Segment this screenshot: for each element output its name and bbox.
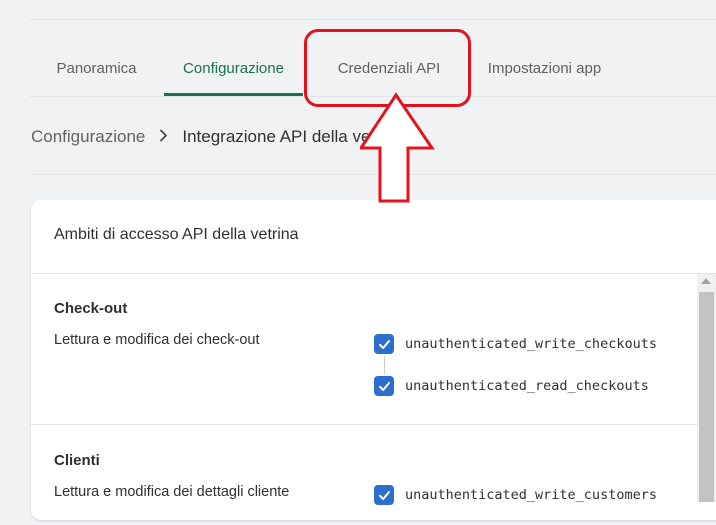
breadcrumb-parent-link[interactable]: Configurazione <box>31 127 145 147</box>
chevron-right-icon <box>159 129 168 145</box>
scope-label: unauthenticated_write_checkouts <box>405 336 657 352</box>
breadcrumb-current: Integrazione API della vetrina <box>182 127 404 146</box>
section-checkout: Check-out Lettura e modifica dei check-o… <box>31 274 711 425</box>
api-scopes-card: Ambiti di accesso API della vetrina Chec… <box>31 200 716 520</box>
section-title: Check-out <box>54 300 128 317</box>
scrollbar[interactable] <box>697 274 716 502</box>
scope-checkbox[interactable] <box>374 334 394 354</box>
scope-item: unauthenticated_read_checkouts <box>374 376 649 396</box>
scope-label: unauthenticated_read_checkouts <box>405 378 649 394</box>
scope-connector <box>384 356 385 374</box>
scroll-thumb[interactable] <box>699 292 714 502</box>
scroll-up-arrow-icon[interactable] <box>701 278 711 284</box>
tab-configurazione[interactable]: Configurazione <box>164 40 303 96</box>
breadcrumb: Configurazione Integrazione API della ve… <box>31 124 404 150</box>
section-clienti: Clienti Lettura e modifica dei dettagli … <box>31 425 711 525</box>
header-divider <box>30 174 716 175</box>
section-description: Lettura e modifica dei dettagli cliente <box>54 484 290 500</box>
scope-checkbox[interactable] <box>374 376 394 396</box>
section-title: Clienti <box>54 452 100 469</box>
card-title: Ambiti di accesso API della vetrina <box>54 226 299 243</box>
checkmark-icon <box>378 339 390 349</box>
scope-label: unauthenticated_write_customers <box>405 487 657 503</box>
scope-item: unauthenticated_write_customers <box>374 485 657 505</box>
top-divider <box>30 19 716 20</box>
checkmark-icon <box>378 381 390 391</box>
tab-credenziali-api[interactable]: Credenziali API <box>316 40 462 96</box>
scope-checkbox[interactable] <box>374 485 394 505</box>
checkmark-icon <box>378 490 390 500</box>
section-description: Lettura e modifica dei check-out <box>54 332 260 348</box>
tab-panoramica[interactable]: Panoramica <box>30 40 163 96</box>
tab-bar: Panoramica Configurazione Credenziali AP… <box>30 40 716 97</box>
scope-item: unauthenticated_write_checkouts <box>374 334 657 354</box>
tab-impostazioni-app[interactable]: Impostazioni app <box>476 40 613 96</box>
